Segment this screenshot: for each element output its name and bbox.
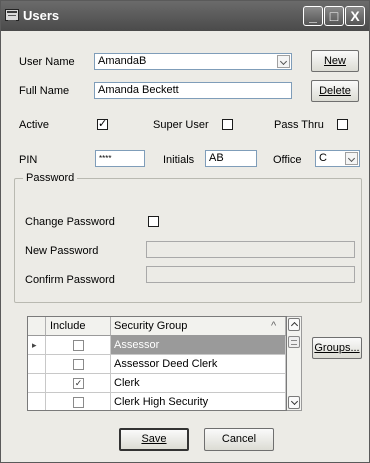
pass-thru-label: Pass Thru [274,119,324,131]
table-row[interactable]: Assessor Deed Clerk [28,355,286,374]
user-name-label: User Name [19,56,75,68]
full-name-value: Amanda Beckett [98,84,179,96]
initials-value: AB [209,152,224,164]
pin-value: **** [99,154,112,163]
cancel-button[interactable]: Cancel [204,428,274,451]
include-checkbox[interactable] [73,397,84,408]
column-header-security-group[interactable]: Security Group ^ [111,317,286,336]
pin-label: PIN [19,154,38,166]
include-checkbox[interactable] [73,340,84,351]
minimize-icon: _ [309,8,317,24]
users-window: Users _ □ X User Name AmandaB New Full N… [0,0,370,463]
maximize-icon: □ [329,8,339,24]
minimize-button[interactable]: _ [303,6,323,26]
delete-button-label: Delete [319,85,351,97]
super-user-checkbox[interactable] [222,119,233,130]
active-label: Active [19,119,49,131]
office-label: Office [273,154,302,166]
security-group-cell: Assessor Deed Clerk [111,355,286,374]
initials-label: Initials [163,154,195,166]
include-cell [46,336,111,355]
cancel-button-label: Cancel [221,433,257,445]
office-combobox[interactable]: C [315,150,360,167]
pin-field[interactable]: **** [95,150,145,167]
save-button[interactable]: Save [119,428,189,451]
table-row[interactable]: ✓ Clerk [28,374,286,393]
title-bar[interactable]: Users _ □ X [1,1,369,31]
new-button-label: New [323,55,346,67]
full-name-label: Full Name [19,85,70,97]
save-button-label: Save [141,433,167,445]
pass-thru-checkbox[interactable] [337,119,348,130]
include-cell [46,393,111,410]
groups-button-label: Groups... [314,342,360,354]
new-button[interactable]: New [311,50,359,72]
check-icon: ✓ [98,118,108,130]
close-icon: X [350,8,360,24]
scroll-down-icon[interactable] [288,396,300,409]
scroll-up-icon[interactable] [288,318,300,331]
table-row[interactable]: Clerk High Security [28,393,286,410]
column-header-include[interactable]: Include [46,317,111,336]
full-name-field[interactable]: Amanda Beckett [94,82,292,99]
change-password-label: Change Password [25,216,115,228]
security-group-cell: Clerk High Security [111,393,286,410]
check-icon: ✓ [74,378,83,388]
new-password-field[interactable] [146,241,355,258]
column-header-security-group-label: Security Group [114,320,188,332]
initials-field[interactable]: AB [205,150,257,167]
delete-button[interactable]: Delete [311,80,359,102]
maximize-button[interactable]: □ [324,6,344,26]
row-pointer-icon: ▸ [28,336,46,355]
include-checkbox[interactable] [73,359,84,370]
grid-header-row: Include Security Group ^ [28,317,286,336]
groups-button[interactable]: Groups... [312,337,362,359]
row-header-cell [28,355,46,374]
row-header-cell [28,393,46,410]
active-checkbox[interactable]: ✓ [97,119,108,130]
new-password-label: New Password [25,245,99,257]
user-name-value: AmandaB [98,55,147,67]
password-group-legend: Password [23,172,78,184]
confirm-password-field[interactable] [146,266,355,283]
security-group-grid[interactable]: Include Security Group ^ ▸ Assessor Asse… [27,316,287,411]
confirm-password-label: Confirm Password [25,274,115,286]
include-cell: ✓ [46,374,111,393]
office-dropdown-icon[interactable] [345,152,358,165]
user-name-dropdown-icon[interactable] [277,55,290,68]
grid-vertical-scrollbar[interactable] [287,316,302,411]
window-title: Users [23,8,60,23]
row-header-corner [28,317,46,336]
window-icon [5,9,19,21]
scroll-thumb[interactable] [288,336,300,348]
include-cell [46,355,111,374]
super-user-label: Super User [153,119,209,131]
include-checkbox[interactable]: ✓ [73,378,84,389]
security-group-cell: Clerk [111,374,286,393]
change-password-checkbox[interactable] [148,216,159,227]
close-button[interactable]: X [345,6,365,26]
sort-ascending-icon: ^ [271,320,277,332]
security-group-cell: Assessor [111,336,286,355]
table-row[interactable]: ▸ Assessor [28,336,286,355]
office-value: C [319,152,327,164]
user-name-combobox[interactable]: AmandaB [94,53,292,70]
row-header-cell [28,374,46,393]
